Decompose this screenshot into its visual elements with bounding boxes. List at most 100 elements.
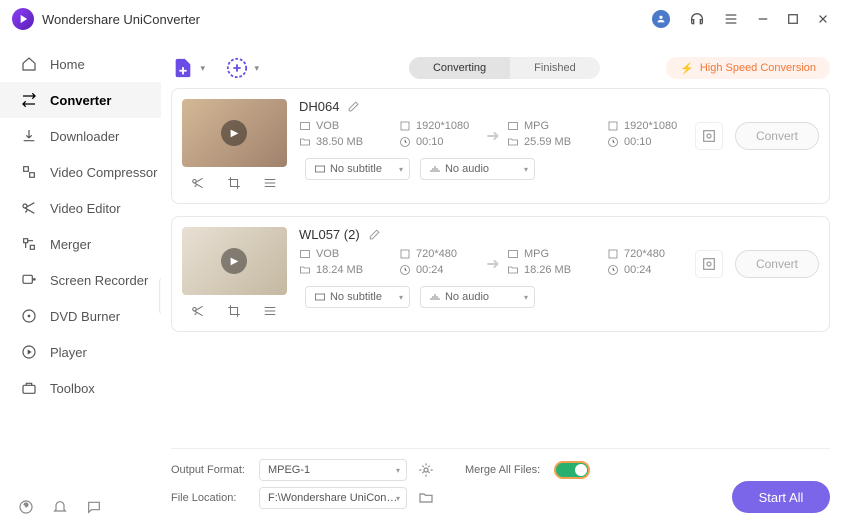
tab-finished[interactable]: Finished [510,57,600,79]
video-thumbnail[interactable]: ▶ [182,227,287,295]
disc-icon [20,307,38,325]
bell-icon[interactable] [52,499,68,515]
high-speed-toggle[interactable]: ⚡ High Speed Conversion [666,57,830,79]
bolt-icon: ⚡ [680,62,694,75]
nav-toolbox[interactable]: Toolbox [0,370,161,406]
audio-select[interactable]: No audio▾ [420,286,535,308]
nav-editor[interactable]: Video Editor [0,190,161,226]
nav-downloader[interactable]: Downloader [0,118,161,154]
in-format: VOB [316,120,339,132]
nav-recorder[interactable]: Screen Recorder [0,262,161,298]
nav-label: Converter [50,93,111,108]
in-size: 18.24 MB [316,264,363,276]
help-icon[interactable] [18,499,34,515]
nav-label: Merger [50,237,91,252]
file-settings-button[interactable] [695,122,723,150]
in-resolution: 720*480 [416,248,457,260]
menu-icon[interactable] [723,11,739,27]
output-format-select[interactable]: MPEG-1▾ [259,459,407,481]
add-file-button[interactable]: ▾ [171,56,195,80]
converter-icon [20,91,38,109]
play-icon [20,343,38,361]
file-settings-button[interactable] [695,250,723,278]
nav-label: Video Compressor [50,165,157,180]
minimize-button[interactable] [756,12,770,26]
audio-select[interactable]: No audio▾ [420,158,535,180]
in-resolution: 1920*1080 [416,120,469,132]
gear-icon[interactable] [417,461,435,479]
file-name: DH064 [299,99,339,114]
output-format-label: Output Format: [171,464,249,476]
merge-label: Merge All Files: [465,464,540,476]
merge-toggle[interactable] [554,461,590,479]
edit-name-icon[interactable] [368,228,381,241]
file-name: WL057 (2) [299,227,360,242]
merge-icon [20,235,38,253]
nav-label: Player [50,345,87,360]
in-size: 38.50 MB [316,136,363,148]
headset-icon[interactable] [689,11,705,27]
nav-label: Screen Recorder [50,273,148,288]
subtitle-select[interactable]: No subtitle▾ [305,286,410,308]
download-icon [20,127,38,145]
nav-dvd[interactable]: DVD Burner [0,298,161,334]
nav-player[interactable]: Player [0,334,161,370]
arrow-icon: ➜ [483,126,503,146]
file-location-label: File Location: [171,492,249,504]
out-size: 25.59 MB [524,136,571,148]
edit-name-icon[interactable] [347,100,360,113]
crop-icon[interactable] [224,301,244,321]
chat-icon[interactable] [86,499,102,515]
chevron-down-icon: ▾ [254,63,259,74]
nav-label: Toolbox [50,381,95,396]
out-resolution: 720*480 [624,248,665,260]
nav-compressor[interactable]: Video Compressor [0,154,161,190]
user-avatar[interactable] [652,10,670,28]
app-title: Wondershare UniConverter [42,12,200,27]
out-size: 18.26 MB [524,264,571,276]
out-resolution: 1920*1080 [624,120,677,132]
tab-converting[interactable]: Converting [409,57,510,79]
play-overlay-icon: ▶ [221,120,247,146]
chevron-down-icon: ▾ [200,63,205,74]
record-icon [20,271,38,289]
crop-icon[interactable] [224,173,244,193]
compress-icon [20,163,38,181]
out-format: MPG [524,120,549,132]
in-duration: 00:24 [416,264,444,276]
app-logo [12,8,34,30]
home-icon [20,55,38,73]
arrow-icon: ➜ [483,254,503,274]
maximize-button[interactable] [786,12,800,26]
in-duration: 00:10 [416,136,444,148]
toolbox-icon [20,379,38,397]
trim-icon[interactable] [188,301,208,321]
play-overlay-icon: ▶ [221,248,247,274]
convert-button[interactable]: Convert [735,250,819,278]
file-card: ▶ WL057 (2) VOB 720*480 18 [171,216,830,332]
effects-icon[interactable] [260,301,280,321]
nav-label: DVD Burner [50,309,120,324]
file-card: ▶ DH064 VOB 1920*1080 38.5 [171,88,830,204]
close-button[interactable] [816,12,830,26]
out-duration: 00:24 [624,264,652,276]
nav-merger[interactable]: Merger [0,226,161,262]
trim-icon[interactable] [188,173,208,193]
nav-label: Video Editor [50,201,121,216]
folder-icon[interactable] [417,489,435,507]
nav-home[interactable]: Home [0,46,161,82]
file-location-select[interactable]: F:\Wondershare UniConverter▾ [259,487,407,509]
add-circle-button[interactable]: ▾ [225,56,249,80]
out-format: MPG [524,248,549,260]
convert-button[interactable]: Convert [735,122,819,150]
nav-label: Home [50,57,85,72]
start-all-button[interactable]: Start All [732,481,830,513]
effects-icon[interactable] [260,173,280,193]
hs-label: High Speed Conversion [700,62,816,74]
nav-converter[interactable]: Converter [0,82,161,118]
video-thumbnail[interactable]: ▶ [182,99,287,167]
nav-label: Downloader [50,129,119,144]
subtitle-select[interactable]: No subtitle▾ [305,158,410,180]
in-format: VOB [316,248,339,260]
scissors-icon [20,199,38,217]
